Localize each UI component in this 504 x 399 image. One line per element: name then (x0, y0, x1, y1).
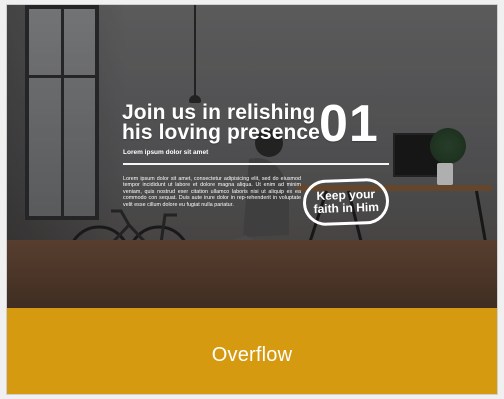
brand-bar: Overflow (7, 308, 497, 394)
section-number: 01 (319, 95, 379, 153)
background-photo (7, 5, 497, 308)
photo-overlay (7, 5, 497, 308)
headline-line-2: his loving presence (122, 121, 320, 144)
page-frame: Join us in relishing his loving presence… (0, 0, 504, 399)
body-paragraph: Lorem ipsum dolor sit amet, consectetur … (123, 176, 301, 208)
divider-line (123, 163, 389, 165)
faith-badge: Keep your faith in Him (302, 177, 390, 227)
subtitle: Lorem ipsum dolor sit amet (123, 149, 209, 156)
headline: Join us in relishing his loving presence (122, 101, 320, 144)
brand-name: Overflow (211, 344, 293, 366)
headline-line-1: Join us in relishing (122, 101, 316, 124)
badge-line-2: faith in Him (313, 199, 380, 217)
slide-card: Join us in relishing his loving presence… (6, 4, 498, 395)
